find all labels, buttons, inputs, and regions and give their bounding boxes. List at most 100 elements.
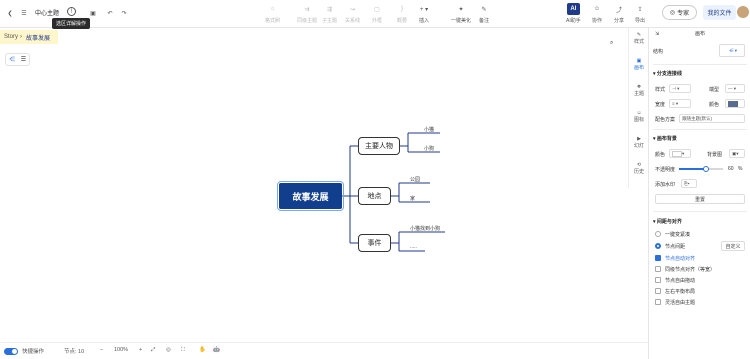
line-style-label: 样式	[655, 87, 666, 93]
bg-image-select[interactable]: ▣▾	[729, 149, 745, 158]
root-topic[interactable]: 故事发展	[277, 181, 344, 211]
tab-theme[interactable]: ❖ 主题	[629, 84, 649, 110]
fullscreen-icon[interactable]: ⛶	[181, 347, 185, 354]
sub-topic[interactable]: 公园	[410, 176, 420, 183]
sub-topic[interactable]: .....	[410, 244, 417, 250]
sub-topic[interactable]: 小狗	[424, 145, 434, 152]
collapse-icon[interactable]: ⇲	[655, 31, 659, 37]
structure-label: 结构	[653, 49, 664, 55]
status-bar: 快捷操作 节点: 10 − 100% + ⤢ ◎ ⛶ ✋ 🤖	[0, 342, 648, 359]
radio-node-spacing-label: 节点间距	[665, 244, 686, 250]
node-count: 节点: 10	[64, 349, 85, 355]
divider	[653, 129, 747, 130]
relation-button[interactable]: ↝ 关系线	[345, 3, 360, 25]
panel-title: 画布	[694, 31, 705, 37]
relation-icon: ↝	[349, 6, 356, 13]
outline-view-icon[interactable]: ☰	[21, 56, 26, 63]
share-button[interactable]: ⤴ 分享	[613, 3, 625, 25]
radio-compact[interactable]	[655, 231, 661, 237]
line-style-select[interactable]: ⊣ ▾	[669, 84, 691, 93]
tab-slides[interactable]: ▶ 幻灯	[629, 136, 649, 162]
tab-history[interactable]: ⟲ 历史	[629, 162, 649, 188]
checkbox-sibling-align[interactable]	[655, 266, 661, 272]
checkbox-balance[interactable]	[655, 288, 661, 294]
note-button[interactable]: ✎ 备注	[478, 3, 490, 25]
radio-compact-label: 一键变紧凑	[665, 232, 691, 238]
bg-color-select[interactable]: ▾	[669, 149, 691, 158]
tab-canvas[interactable]: ▣ 画布	[629, 58, 649, 84]
sub-topic[interactable]: 小猫找到小狗	[410, 225, 440, 232]
my-files-button[interactable]: 我的文件	[703, 5, 736, 20]
line-width-select[interactable]: ≡ ▾	[669, 99, 691, 108]
info-icon[interactable]: !	[67, 7, 76, 16]
menu-icon[interactable]: ☰	[18, 7, 30, 19]
sub-topic[interactable]: 小猫	[424, 126, 434, 133]
child-icon: ⇶	[326, 6, 333, 13]
sub-topic-button[interactable]: ⇶ 子主题	[322, 3, 337, 25]
export-icon: ⇪	[637, 6, 643, 13]
opacity-slider-handle[interactable]	[703, 166, 709, 172]
ai-assistant-button[interactable]: AI AI助手	[566, 3, 581, 24]
opacity-unit: %	[738, 166, 743, 172]
hand-icon[interactable]: ✋	[199, 347, 206, 353]
insert-button[interactable]: + ▾ 插入	[418, 3, 430, 25]
sibling-icon: ⇉	[304, 6, 310, 13]
redo-icon[interactable]: ↷	[118, 7, 130, 19]
expert-button[interactable]: ◎ 专家	[662, 5, 697, 20]
chat-icon: ◎	[669, 10, 676, 16]
structure-selector[interactable]: ⋲ ▾	[719, 44, 745, 57]
zoom-in-icon[interactable]: +	[139, 347, 142, 353]
tab-icons[interactable]: ☺ 图标	[629, 110, 649, 136]
reset-button[interactable]: 重置	[655, 194, 745, 204]
plus-icon: + ▾	[419, 6, 429, 13]
breadcrumb-current[interactable]: 故事发展	[26, 33, 50, 42]
fit-screen-icon[interactable]: ⤢	[151, 347, 155, 354]
main-topic-characters[interactable]: 主要人物	[358, 137, 400, 155]
breadcrumb-root[interactable]: Story	[4, 34, 18, 40]
bg-color-label: 颜色	[655, 152, 666, 158]
back-icon[interactable]: ❮	[4, 7, 16, 19]
quick-mode-toggle[interactable]	[4, 348, 18, 355]
bg-image-label: 背景图	[707, 152, 723, 158]
section-layout[interactable]: ▾ 间距与对齐	[653, 218, 682, 225]
main-topic-location[interactable]: 地点	[358, 187, 391, 205]
custom-spacing-button[interactable]: 自定义	[721, 241, 745, 251]
opacity-label: 不透明度	[655, 167, 676, 173]
zoom-out-icon[interactable]: −	[100, 347, 103, 353]
brace-icon: }	[400, 6, 403, 12]
radio-node-spacing[interactable]	[655, 243, 661, 249]
search-icon[interactable]: ⌕	[610, 40, 622, 52]
avatar[interactable]	[737, 6, 749, 18]
opacity-value[interactable]: 60	[728, 166, 734, 172]
watermark-select[interactable]: ⎘▾	[681, 179, 697, 188]
checkbox-free-drag[interactable]	[655, 277, 661, 283]
line-color-select[interactable]	[725, 99, 745, 108]
format-painter-button[interactable]: ⌂ 格式刷	[265, 3, 280, 24]
assistant-icon[interactable]: 🤖	[213, 347, 220, 353]
structure-icon[interactable]: ⋲	[9, 56, 15, 63]
tab-style[interactable]: ✎ 样式	[629, 32, 649, 58]
locate-icon[interactable]: ◎	[166, 347, 171, 353]
undo-icon[interactable]: ↶	[104, 7, 116, 19]
sub-topic[interactable]: 家	[410, 195, 415, 202]
line-end-select[interactable]: — ▾	[725, 84, 745, 93]
tooltip: 选区详解操作	[52, 18, 91, 29]
brush-icon: ⌂	[270, 6, 275, 12]
opacity-slider[interactable]	[679, 166, 723, 172]
collab-button[interactable]: ☺ 协作	[591, 3, 603, 24]
doc-title[interactable]: 中心主题	[35, 8, 59, 17]
checkbox-free-topic[interactable]	[655, 299, 661, 305]
people-icon: ☺	[593, 6, 601, 12]
section-background[interactable]: ▾ 画布背景	[653, 135, 677, 142]
beautify-button[interactable]: ✦ 一键美化	[451, 3, 471, 25]
same-level-button[interactable]: ⇉ 同级主题	[297, 3, 317, 25]
export-button[interactable]: ⇪ 导出	[634, 3, 646, 25]
checkbox-auto-align[interactable]	[655, 255, 661, 261]
summary-button[interactable]: } 概要	[396, 3, 408, 24]
section-branch[interactable]: ▾ 分支连接线	[653, 70, 682, 77]
zoom-level[interactable]: 100%	[114, 347, 128, 353]
color-scheme-select[interactable]: 跟随主题(默认)	[679, 114, 745, 123]
main-topic-event[interactable]: 事件	[358, 234, 391, 252]
outline-button[interactable]: ▢ 外框	[371, 3, 383, 25]
checkbox-auto-align-label: 节点自动对齐	[665, 256, 696, 262]
